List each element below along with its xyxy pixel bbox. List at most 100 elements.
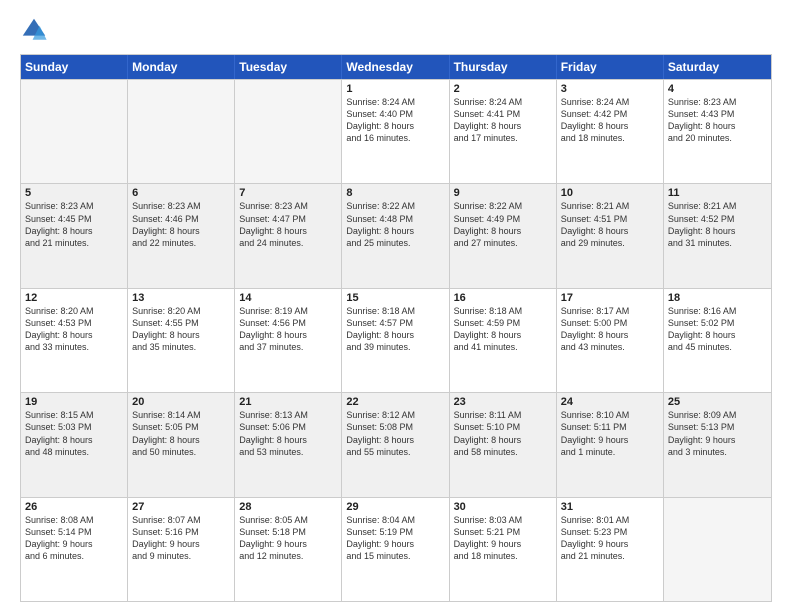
day-number: 2 bbox=[454, 83, 552, 95]
calendar-cell: 30Sunrise: 8:03 AM Sunset: 5:21 PM Dayli… bbox=[450, 498, 557, 601]
calendar-cell: 7Sunrise: 8:23 AM Sunset: 4:47 PM Daylig… bbox=[235, 184, 342, 287]
calendar-cell: 26Sunrise: 8:08 AM Sunset: 5:14 PM Dayli… bbox=[21, 498, 128, 601]
calendar-cell: 8Sunrise: 8:22 AM Sunset: 4:48 PM Daylig… bbox=[342, 184, 449, 287]
day-info: Sunrise: 8:15 AM Sunset: 5:03 PM Dayligh… bbox=[25, 409, 123, 458]
day-number: 26 bbox=[25, 501, 123, 513]
calendar-cell bbox=[664, 498, 771, 601]
calendar-cell: 9Sunrise: 8:22 AM Sunset: 4:49 PM Daylig… bbox=[450, 184, 557, 287]
calendar-body: 1Sunrise: 8:24 AM Sunset: 4:40 PM Daylig… bbox=[21, 79, 771, 601]
calendar-cell: 2Sunrise: 8:24 AM Sunset: 4:41 PM Daylig… bbox=[450, 80, 557, 183]
day-number: 6 bbox=[132, 187, 230, 199]
calendar-cell: 22Sunrise: 8:12 AM Sunset: 5:08 PM Dayli… bbox=[342, 393, 449, 496]
day-info: Sunrise: 8:16 AM Sunset: 5:02 PM Dayligh… bbox=[668, 305, 767, 354]
calendar-cell: 17Sunrise: 8:17 AM Sunset: 5:00 PM Dayli… bbox=[557, 289, 664, 392]
day-number: 25 bbox=[668, 396, 767, 408]
day-number: 19 bbox=[25, 396, 123, 408]
day-info: Sunrise: 8:01 AM Sunset: 5:23 PM Dayligh… bbox=[561, 514, 659, 563]
header-cell-monday: Monday bbox=[128, 55, 235, 79]
day-info: Sunrise: 8:09 AM Sunset: 5:13 PM Dayligh… bbox=[668, 409, 767, 458]
calendar-cell bbox=[21, 80, 128, 183]
day-number: 20 bbox=[132, 396, 230, 408]
day-number: 1 bbox=[346, 83, 444, 95]
calendar-cell: 27Sunrise: 8:07 AM Sunset: 5:16 PM Dayli… bbox=[128, 498, 235, 601]
day-info: Sunrise: 8:08 AM Sunset: 5:14 PM Dayligh… bbox=[25, 514, 123, 563]
calendar-cell: 1Sunrise: 8:24 AM Sunset: 4:40 PM Daylig… bbox=[342, 80, 449, 183]
day-number: 16 bbox=[454, 292, 552, 304]
day-info: Sunrise: 8:24 AM Sunset: 4:41 PM Dayligh… bbox=[454, 96, 552, 145]
day-number: 7 bbox=[239, 187, 337, 199]
calendar-cell: 12Sunrise: 8:20 AM Sunset: 4:53 PM Dayli… bbox=[21, 289, 128, 392]
calendar-cell bbox=[235, 80, 342, 183]
day-info: Sunrise: 8:22 AM Sunset: 4:48 PM Dayligh… bbox=[346, 200, 444, 249]
header bbox=[20, 16, 772, 44]
day-info: Sunrise: 8:21 AM Sunset: 4:51 PM Dayligh… bbox=[561, 200, 659, 249]
day-number: 14 bbox=[239, 292, 337, 304]
day-number: 18 bbox=[668, 292, 767, 304]
calendar-cell: 6Sunrise: 8:23 AM Sunset: 4:46 PM Daylig… bbox=[128, 184, 235, 287]
calendar-cell: 4Sunrise: 8:23 AM Sunset: 4:43 PM Daylig… bbox=[664, 80, 771, 183]
day-info: Sunrise: 8:05 AM Sunset: 5:18 PM Dayligh… bbox=[239, 514, 337, 563]
calendar-cell: 11Sunrise: 8:21 AM Sunset: 4:52 PM Dayli… bbox=[664, 184, 771, 287]
logo-icon bbox=[20, 16, 48, 44]
calendar-cell: 21Sunrise: 8:13 AM Sunset: 5:06 PM Dayli… bbox=[235, 393, 342, 496]
day-number: 30 bbox=[454, 501, 552, 513]
calendar-cell: 15Sunrise: 8:18 AM Sunset: 4:57 PM Dayli… bbox=[342, 289, 449, 392]
day-number: 13 bbox=[132, 292, 230, 304]
day-info: Sunrise: 8:24 AM Sunset: 4:40 PM Dayligh… bbox=[346, 96, 444, 145]
day-info: Sunrise: 8:22 AM Sunset: 4:49 PM Dayligh… bbox=[454, 200, 552, 249]
day-info: Sunrise: 8:23 AM Sunset: 4:47 PM Dayligh… bbox=[239, 200, 337, 249]
calendar: SundayMondayTuesdayWednesdayThursdayFrid… bbox=[20, 54, 772, 602]
calendar-row-2: 5Sunrise: 8:23 AM Sunset: 4:45 PM Daylig… bbox=[21, 183, 771, 287]
calendar-cell: 18Sunrise: 8:16 AM Sunset: 5:02 PM Dayli… bbox=[664, 289, 771, 392]
day-number: 21 bbox=[239, 396, 337, 408]
calendar-header: SundayMondayTuesdayWednesdayThursdayFrid… bbox=[21, 55, 771, 79]
calendar-cell: 25Sunrise: 8:09 AM Sunset: 5:13 PM Dayli… bbox=[664, 393, 771, 496]
header-cell-wednesday: Wednesday bbox=[342, 55, 449, 79]
day-info: Sunrise: 8:21 AM Sunset: 4:52 PM Dayligh… bbox=[668, 200, 767, 249]
calendar-cell: 16Sunrise: 8:18 AM Sunset: 4:59 PM Dayli… bbox=[450, 289, 557, 392]
calendar-cell: 20Sunrise: 8:14 AM Sunset: 5:05 PM Dayli… bbox=[128, 393, 235, 496]
day-info: Sunrise: 8:12 AM Sunset: 5:08 PM Dayligh… bbox=[346, 409, 444, 458]
day-info: Sunrise: 8:07 AM Sunset: 5:16 PM Dayligh… bbox=[132, 514, 230, 563]
day-info: Sunrise: 8:10 AM Sunset: 5:11 PM Dayligh… bbox=[561, 409, 659, 458]
day-info: Sunrise: 8:24 AM Sunset: 4:42 PM Dayligh… bbox=[561, 96, 659, 145]
day-number: 15 bbox=[346, 292, 444, 304]
day-info: Sunrise: 8:19 AM Sunset: 4:56 PM Dayligh… bbox=[239, 305, 337, 354]
calendar-row-4: 19Sunrise: 8:15 AM Sunset: 5:03 PM Dayli… bbox=[21, 392, 771, 496]
header-cell-thursday: Thursday bbox=[450, 55, 557, 79]
calendar-cell: 10Sunrise: 8:21 AM Sunset: 4:51 PM Dayli… bbox=[557, 184, 664, 287]
calendar-cell: 19Sunrise: 8:15 AM Sunset: 5:03 PM Dayli… bbox=[21, 393, 128, 496]
day-number: 10 bbox=[561, 187, 659, 199]
logo bbox=[20, 16, 50, 44]
day-info: Sunrise: 8:17 AM Sunset: 5:00 PM Dayligh… bbox=[561, 305, 659, 354]
header-cell-tuesday: Tuesday bbox=[235, 55, 342, 79]
day-info: Sunrise: 8:23 AM Sunset: 4:46 PM Dayligh… bbox=[132, 200, 230, 249]
day-number: 29 bbox=[346, 501, 444, 513]
calendar-row-1: 1Sunrise: 8:24 AM Sunset: 4:40 PM Daylig… bbox=[21, 79, 771, 183]
calendar-cell: 5Sunrise: 8:23 AM Sunset: 4:45 PM Daylig… bbox=[21, 184, 128, 287]
day-number: 11 bbox=[668, 187, 767, 199]
calendar-cell: 31Sunrise: 8:01 AM Sunset: 5:23 PM Dayli… bbox=[557, 498, 664, 601]
calendar-cell: 3Sunrise: 8:24 AM Sunset: 4:42 PM Daylig… bbox=[557, 80, 664, 183]
header-cell-sunday: Sunday bbox=[21, 55, 128, 79]
day-info: Sunrise: 8:20 AM Sunset: 4:53 PM Dayligh… bbox=[25, 305, 123, 354]
day-number: 22 bbox=[346, 396, 444, 408]
calendar-row-3: 12Sunrise: 8:20 AM Sunset: 4:53 PM Dayli… bbox=[21, 288, 771, 392]
page: SundayMondayTuesdayWednesdayThursdayFrid… bbox=[0, 0, 792, 612]
header-cell-friday: Friday bbox=[557, 55, 664, 79]
day-info: Sunrise: 8:18 AM Sunset: 4:57 PM Dayligh… bbox=[346, 305, 444, 354]
calendar-cell: 29Sunrise: 8:04 AM Sunset: 5:19 PM Dayli… bbox=[342, 498, 449, 601]
day-number: 17 bbox=[561, 292, 659, 304]
day-info: Sunrise: 8:03 AM Sunset: 5:21 PM Dayligh… bbox=[454, 514, 552, 563]
day-number: 9 bbox=[454, 187, 552, 199]
day-number: 5 bbox=[25, 187, 123, 199]
day-number: 12 bbox=[25, 292, 123, 304]
day-number: 4 bbox=[668, 83, 767, 95]
day-info: Sunrise: 8:23 AM Sunset: 4:45 PM Dayligh… bbox=[25, 200, 123, 249]
calendar-row-5: 26Sunrise: 8:08 AM Sunset: 5:14 PM Dayli… bbox=[21, 497, 771, 601]
day-number: 27 bbox=[132, 501, 230, 513]
day-number: 24 bbox=[561, 396, 659, 408]
calendar-cell: 13Sunrise: 8:20 AM Sunset: 4:55 PM Dayli… bbox=[128, 289, 235, 392]
day-number: 8 bbox=[346, 187, 444, 199]
day-info: Sunrise: 8:18 AM Sunset: 4:59 PM Dayligh… bbox=[454, 305, 552, 354]
